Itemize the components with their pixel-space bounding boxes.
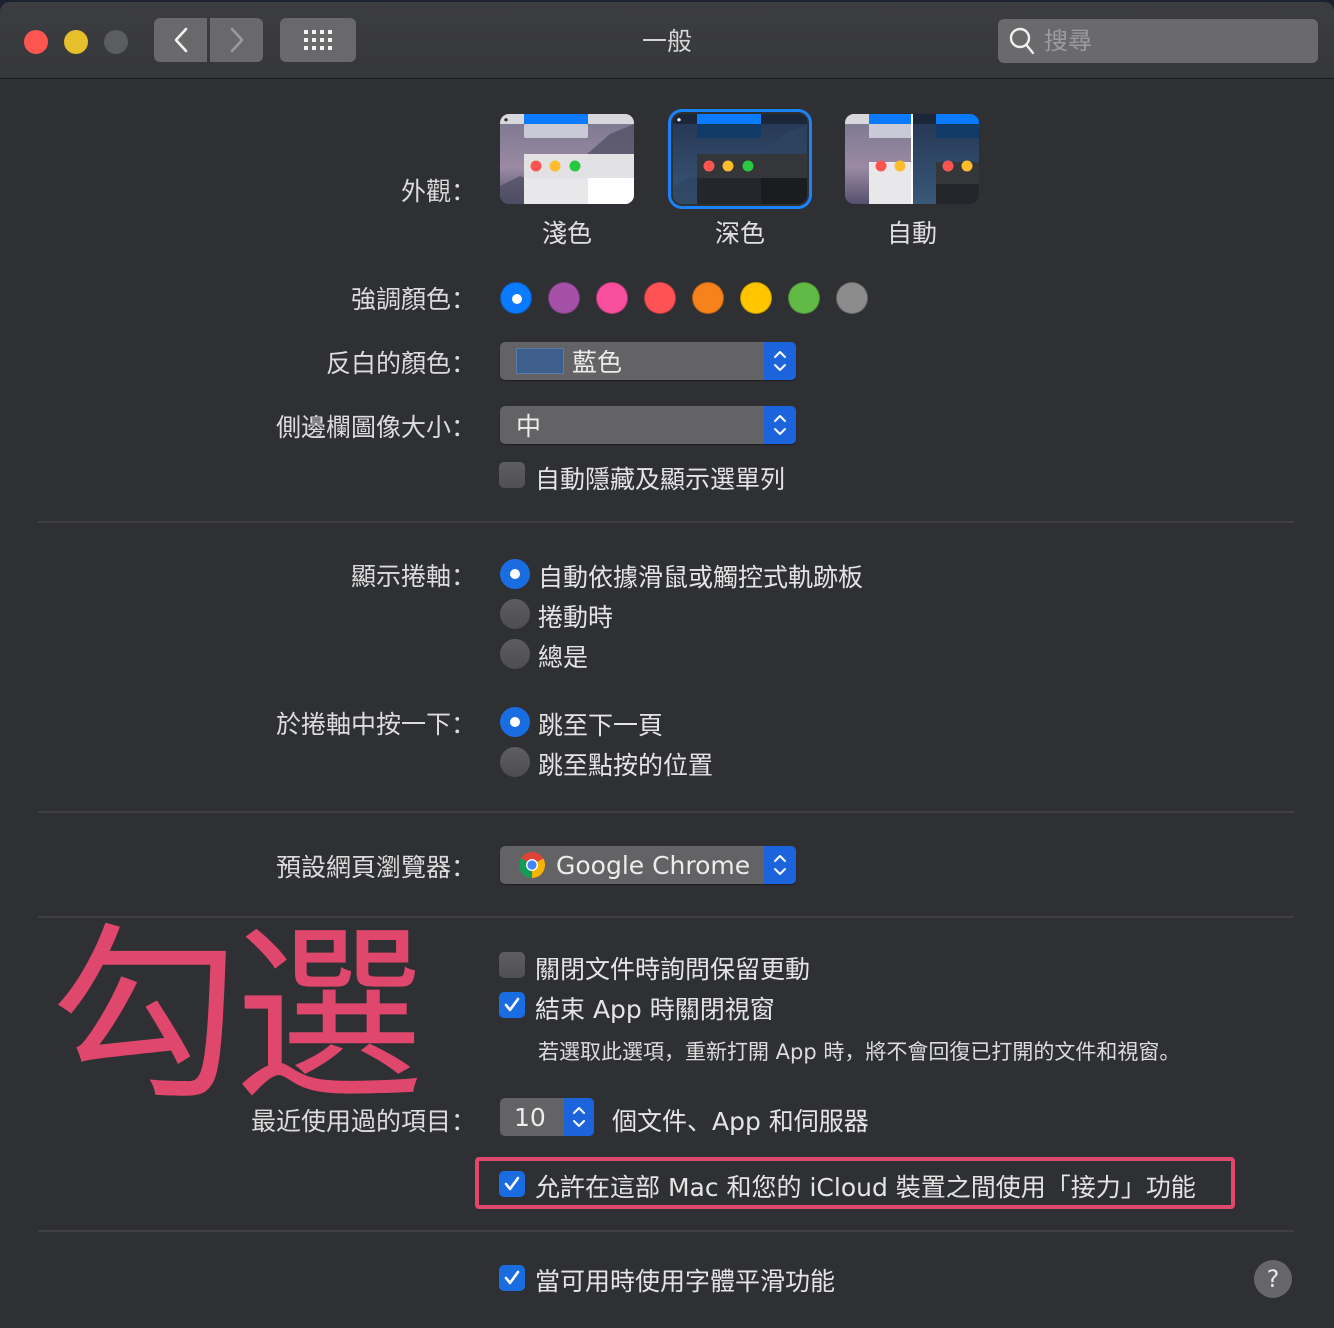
scrollbars-always-label[interactable]: 總是 [538, 638, 588, 674]
ask-keep-changes-label[interactable]: 關閉文件時詢問保留更動 [535, 950, 810, 986]
handoff-label[interactable]: 允許在這部 Mac 和您的 iCloud 裝置之間使用「接力」功能 [535, 1168, 1196, 1204]
separator [38, 1230, 1294, 1232]
jump-next-page-label[interactable]: 跳至下一頁 [538, 706, 663, 742]
scrollbars-when-scrolling-label[interactable]: 捲動時 [538, 598, 613, 634]
close-windows-note: 若選取此選項，重新打開 App 時，將不會回復已打開的文件和視窗。 [538, 1040, 1181, 1064]
close-windows-checkbox[interactable] [499, 992, 525, 1018]
accent-color-swatch[interactable] [548, 282, 580, 314]
search-icon [1009, 27, 1035, 55]
accent-color-label: 強調顏色： [350, 285, 476, 314]
highlight-color-value: 藍色 [572, 348, 623, 377]
sidebar-icon-size-popup[interactable]: 中 [500, 406, 796, 444]
appearance-auto-thumbnail[interactable] [845, 114, 979, 204]
recent-items-suffix: 個文件、App 和伺服器 [612, 1107, 869, 1136]
ask-keep-changes-checkbox[interactable] [499, 952, 525, 978]
highlight-color-swatch [516, 348, 564, 374]
menu-bar-autohide-label[interactable]: 自動隱藏及顯示選單列 [535, 460, 785, 496]
popup-arrows-icon [764, 406, 796, 444]
click-scrollbar-label: 於捲軸中按一下： [275, 710, 476, 739]
search-field[interactable] [998, 19, 1318, 63]
grid-icon [304, 30, 332, 50]
popup-arrows-icon [564, 1098, 594, 1136]
checkmark-icon [504, 1176, 520, 1191]
help-button[interactable]: ? [1254, 1260, 1292, 1298]
recent-items-popup[interactable]: 10 [500, 1098, 594, 1136]
scrollbars-always-radio[interactable] [500, 639, 530, 669]
appearance-light-thumbnail[interactable] [500, 114, 634, 204]
sidebar-icon-size-label: 側邊欄圖像大小： [275, 413, 476, 442]
highlight-color-label: 反白的顏色： [325, 349, 476, 378]
accent-color-swatch[interactable] [740, 282, 772, 314]
minimize-button[interactable] [64, 30, 88, 54]
appearance-dark-thumbnail[interactable] [668, 109, 812, 209]
default-browser-label: 預設網頁瀏覽器： [275, 853, 476, 882]
search-input[interactable] [1042, 26, 1296, 56]
dark-mode-preview-icon [673, 114, 807, 204]
highlight-color-popup[interactable]: 藍色 [500, 342, 796, 380]
popup-arrows-icon [764, 342, 796, 380]
jump-to-spot-label[interactable]: 跳至點按的位置 [538, 746, 713, 782]
close-button[interactable] [24, 30, 48, 54]
accent-color-swatch[interactable] [644, 282, 676, 314]
show-all-button[interactable] [280, 18, 356, 62]
appearance-light-label[interactable]: 淺色 [500, 214, 634, 250]
chrome-icon [518, 852, 546, 879]
font-smoothing-checkbox[interactable] [499, 1265, 525, 1291]
default-browser-value: Google Chrome [556, 850, 751, 880]
auto-mode-preview-icon [845, 114, 979, 204]
menu-bar-autohide-checkbox[interactable] [499, 462, 525, 488]
appearance-auto-label[interactable]: 自動 [845, 214, 979, 250]
accent-color-swatch[interactable] [788, 282, 820, 314]
zoom-button[interactable] [104, 30, 128, 54]
system-preferences-window: 一般 外觀： [0, 2, 1334, 1328]
separator [38, 916, 1294, 918]
scrollbars-auto-radio[interactable] [500, 559, 530, 589]
checkmark-icon [504, 1270, 520, 1285]
sidebar-icon-size-value: 中 [516, 412, 542, 441]
back-button[interactable] [154, 18, 207, 62]
appearance-label: 外觀： [400, 177, 476, 206]
separator [38, 521, 1294, 523]
recent-items-value: 10 [514, 1102, 546, 1132]
popup-arrows-icon [764, 846, 796, 884]
recent-items-label: 最近使用過的項目： [250, 1107, 476, 1136]
scrollbars-when-scrolling-radio[interactable] [500, 599, 530, 629]
font-smoothing-label[interactable]: 當可用時使用字體平滑功能 [535, 1262, 835, 1298]
jump-next-page-radio[interactable] [500, 707, 530, 737]
chevron-right-icon [230, 27, 243, 53]
appearance-dark-label[interactable]: 深色 [673, 214, 807, 250]
accent-color-swatch[interactable] [692, 282, 724, 314]
forward-button[interactable] [210, 18, 263, 62]
checkmark-icon [504, 997, 520, 1012]
jump-to-spot-radio[interactable] [500, 747, 530, 777]
chevron-left-icon [174, 27, 187, 53]
show-scrollbars-label: 顯示捲軸： [350, 562, 476, 591]
close-windows-label[interactable]: 結束 App 時關閉視窗 [535, 990, 775, 1026]
handoff-checkbox[interactable] [499, 1171, 525, 1197]
accent-color-swatch[interactable] [836, 282, 868, 314]
question-mark-icon: ? [1266, 1265, 1280, 1293]
light-mode-preview-icon [500, 114, 634, 204]
titlebar: 一般 [0, 2, 1334, 79]
accent-color-swatch[interactable] [500, 282, 532, 314]
separator [38, 811, 1294, 813]
annotation-text: 勾選 [50, 906, 424, 1127]
accent-color-swatch[interactable] [596, 282, 628, 314]
default-browser-popup[interactable]: Google Chrome [500, 846, 796, 884]
scrollbars-auto-label[interactable]: 自動依據滑鼠或觸控式軌跡板 [538, 558, 863, 594]
